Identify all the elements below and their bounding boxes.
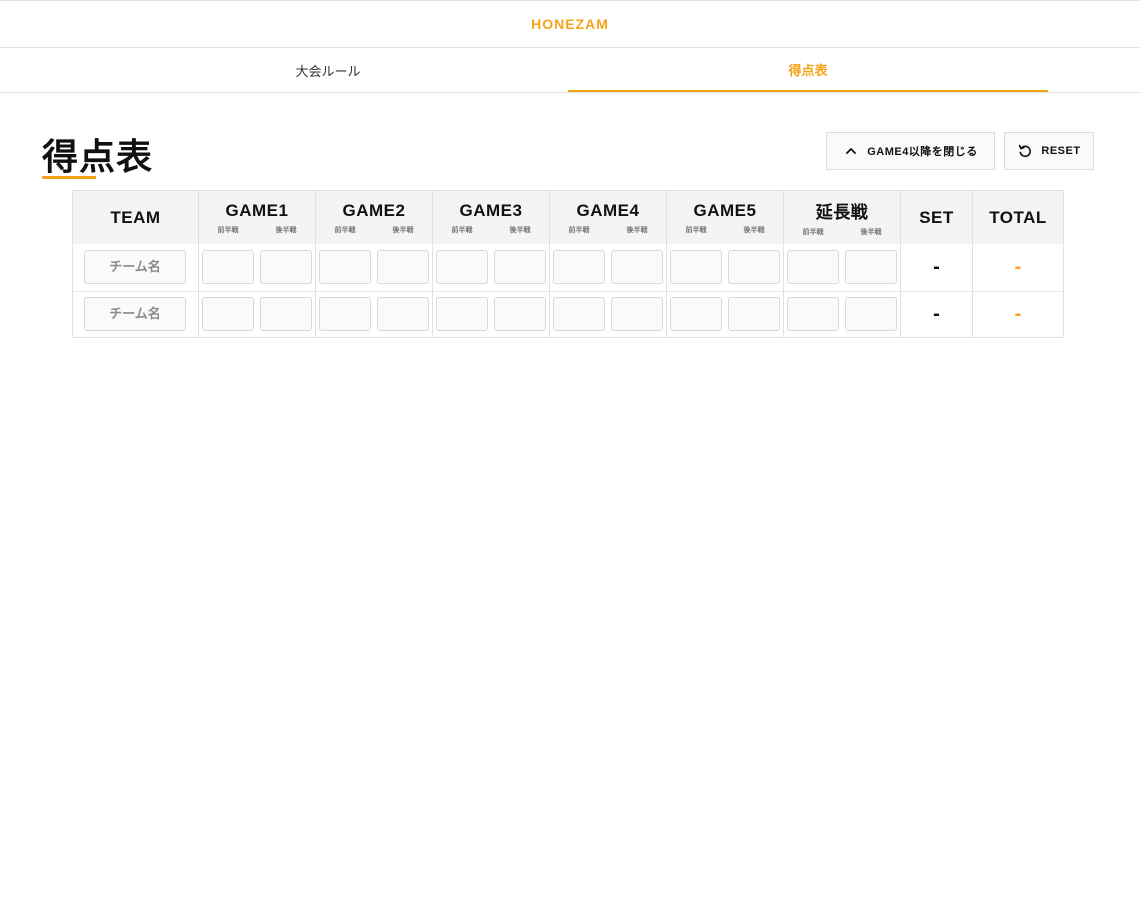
- score-input[interactable]: [202, 297, 254, 331]
- score-input[interactable]: [611, 250, 663, 284]
- score-input[interactable]: [553, 297, 605, 331]
- score-input[interactable]: [202, 250, 254, 284]
- score-input[interactable]: [845, 250, 897, 284]
- score-input[interactable]: [787, 250, 839, 284]
- chevron-up-icon: [843, 143, 859, 159]
- header-first-half: 前半戦: [451, 226, 473, 234]
- score-input[interactable]: [670, 250, 722, 284]
- title-underline: [42, 176, 96, 179]
- header-game4: GAME4 前半戦 後半戦: [550, 191, 666, 244]
- header-first-half: 前半戦: [802, 229, 824, 236]
- brand-logo[interactable]: HONEZAM: [531, 16, 609, 32]
- score-input[interactable]: [377, 297, 429, 331]
- total-value: -: [1014, 302, 1022, 325]
- score-input[interactable]: [260, 250, 312, 284]
- collapse-games-button[interactable]: GAME4以降を閉じる: [826, 132, 995, 170]
- set-value: -: [933, 302, 940, 325]
- header-second-half: 後半戦: [275, 226, 297, 234]
- header-game-label: GAME5: [693, 200, 757, 220]
- score-input[interactable]: [436, 250, 488, 284]
- score-input[interactable]: [728, 297, 780, 331]
- header-overtime: 延長戦 前半戦 後半戦: [784, 191, 900, 244]
- tab-scoreboard[interactable]: 得点表: [568, 48, 1048, 92]
- header-first-half: 前半戦: [568, 226, 590, 234]
- team-name-input[interactable]: [84, 297, 186, 331]
- score-input[interactable]: [845, 297, 897, 331]
- header-game-label: GAME2: [342, 200, 406, 220]
- tab-bar: 大会ルール 得点表: [0, 48, 1140, 93]
- total-value: -: [1014, 255, 1022, 278]
- score-input[interactable]: [670, 297, 722, 331]
- set-value: -: [933, 255, 940, 278]
- score-input[interactable]: [319, 297, 371, 331]
- header-second-half: 後半戦: [392, 226, 414, 234]
- score-input[interactable]: [494, 297, 546, 331]
- header-game-label: 延長戦: [815, 203, 869, 222]
- score-input[interactable]: [494, 250, 546, 284]
- score-input[interactable]: [377, 250, 429, 284]
- header-first-half: 前半戦: [217, 226, 239, 234]
- header-game2: GAME2 前半戦 後半戦: [316, 191, 432, 244]
- page-title: 得点表: [42, 137, 154, 178]
- reset-button[interactable]: RESET: [1004, 132, 1094, 170]
- header-game1: GAME1 前半戦 後半戦: [199, 191, 315, 244]
- header-second-half: 後半戦: [860, 229, 882, 236]
- header-first-half: 前半戦: [334, 226, 356, 234]
- score-input[interactable]: [319, 250, 371, 284]
- app-root: HONEZAM 大会ルール 得点表 得点表 GAME4以降を閉じる RESET …: [0, 0, 1140, 912]
- reset-label: RESET: [1041, 145, 1081, 157]
- score-input[interactable]: [260, 297, 312, 331]
- tab-rules[interactable]: 大会ルール: [88, 48, 568, 92]
- score-input[interactable]: [787, 297, 839, 331]
- header-game-label: GAME4: [576, 200, 640, 220]
- header-set: SET: [901, 191, 972, 244]
- header-game-label: GAME3: [459, 200, 523, 220]
- header-game5: GAME5 前半戦 後半戦: [667, 191, 783, 244]
- header-set-label: SET: [919, 207, 954, 227]
- score-input[interactable]: [728, 250, 780, 284]
- header-team: TEAM: [73, 191, 198, 244]
- header-team-label: TEAM: [110, 207, 161, 227]
- header-game3: GAME3 前半戦 後半戦: [433, 191, 549, 244]
- score-input[interactable]: [611, 297, 663, 331]
- header-game-label: GAME1: [225, 200, 289, 220]
- header-second-half: 後半戦: [743, 226, 765, 234]
- score-table: TEAM GAME1 前半戦 後半戦 GAME2 前半戦 後半戦 GAME3 前半戦…: [72, 190, 1064, 338]
- collapse-games-label: GAME4以降を閉じる: [867, 146, 978, 158]
- top-header: HONEZAM: [0, 0, 1140, 48]
- score-input[interactable]: [553, 250, 605, 284]
- team-name-input[interactable]: [84, 250, 186, 284]
- score-input[interactable]: [436, 297, 488, 331]
- header-total-label: TOTAL: [989, 207, 1047, 227]
- reset-icon: [1017, 143, 1033, 159]
- header-total: TOTAL: [973, 191, 1063, 244]
- header-second-half: 後半戦: [626, 226, 648, 234]
- header-first-half: 前半戦: [685, 226, 707, 234]
- header-second-half: 後半戦: [509, 226, 531, 234]
